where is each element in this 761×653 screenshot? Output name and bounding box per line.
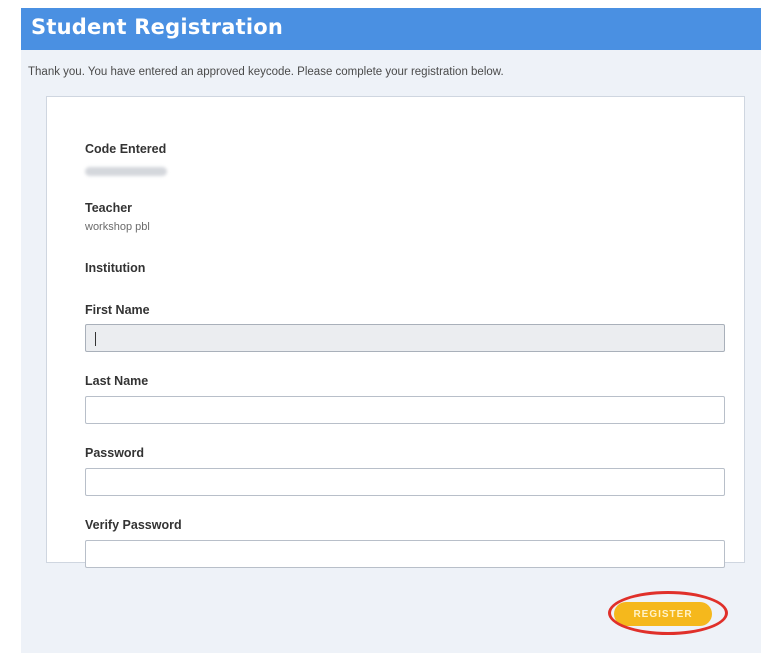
last-name-label: Last Name (85, 374, 149, 388)
registration-panel: Student Registration Thank you. You have… (21, 8, 761, 653)
first-name-label: First Name (85, 303, 150, 317)
institution-label: Institution (85, 261, 146, 275)
registration-card: Code Entered Teacher workshop pbl Instit… (46, 96, 745, 568)
redacted-code-value (85, 167, 167, 176)
password-input[interactable] (85, 468, 725, 496)
page-header: Student Registration (21, 8, 761, 50)
code-entered-label: Code Entered (85, 142, 167, 156)
last-name-input[interactable] (85, 396, 725, 424)
teacher-label: Teacher (85, 201, 133, 215)
verify-password-label: Verify Password (85, 518, 182, 532)
teacher-value: workshop pbl (85, 221, 150, 233)
first-name-input[interactable] (85, 324, 725, 352)
register-button[interactable]: REGISTER (614, 602, 712, 626)
text-cursor (95, 332, 96, 346)
password-label: Password (85, 446, 145, 460)
verify-password-input[interactable] (85, 540, 725, 568)
intro-message: Thank you. You have entered an approved … (28, 66, 504, 78)
page-title: Student Registration (31, 15, 284, 39)
